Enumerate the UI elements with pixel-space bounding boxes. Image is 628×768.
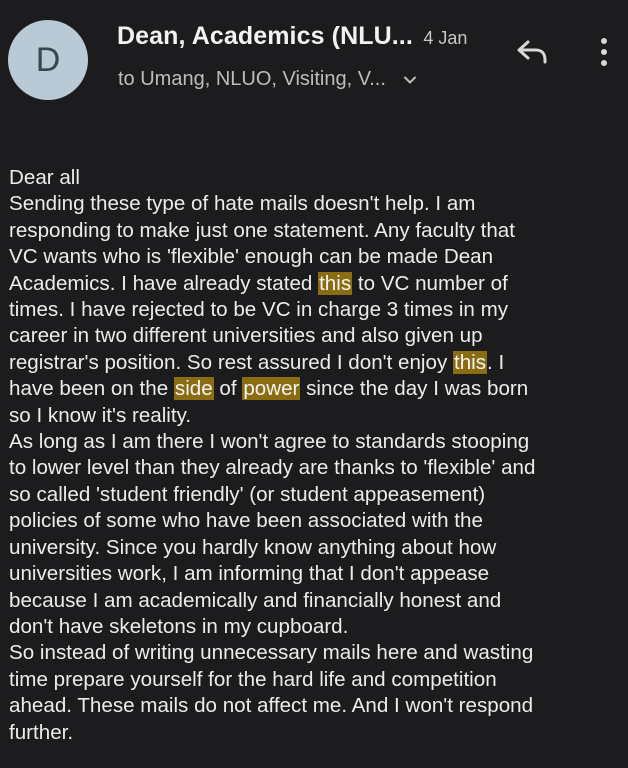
body-text-segment: So instead of writing unnecessary mails … — [9, 641, 534, 665]
body-line: registrar's position. So rest assured I … — [9, 350, 621, 376]
body-line: time prepare yourself for the hard life … — [9, 667, 621, 693]
body-line: because I am academically and financiall… — [9, 588, 621, 614]
sender-name[interactable]: Dean, Academics (NLU... — [117, 22, 413, 50]
body-line: responding to make just one statement. A… — [9, 218, 621, 244]
body-text-segment: don't have skeletons in my cupboard. — [9, 614, 349, 638]
body-text-segment: times. I have rejected to be VC in charg… — [9, 298, 509, 322]
body-text-segment: university. Since you hardly know anythi… — [9, 535, 497, 559]
email-date: 4 Jan — [423, 28, 468, 48]
body-text-segment: to VC number of — [352, 271, 508, 295]
body-text-segment: have been on the — [9, 377, 174, 401]
body-line: Sending these type of hate mails doesn't… — [9, 191, 621, 217]
sender-line: Dean, Academics (NLU... 4 Jan — [117, 22, 467, 51]
reply-icon[interactable] — [514, 36, 550, 68]
body-text-segment: Dear all — [9, 166, 80, 189]
body-line: career in two different universities and… — [9, 323, 621, 349]
body-text-segment: of — [213, 377, 243, 401]
body-line: so I know it's reality. — [9, 403, 621, 429]
body-line: have been on the side of power since the… — [9, 376, 621, 402]
body-text-segment: As long as I am there I won't agree to s… — [9, 430, 530, 454]
email-header: D Dean, Academics (NLU... 4 Jan to Umang… — [0, 0, 628, 120]
chevron-down-icon[interactable] — [402, 72, 418, 88]
body-line: VC wants who is 'flexible' enough can be… — [9, 244, 621, 270]
body-line: university. Since you hardly know anythi… — [9, 535, 621, 561]
body-text-segment: since the day I was born — [300, 377, 529, 401]
body-text-segment: so I know it's reality. — [9, 403, 192, 427]
body-line: universities work, I am informing that I… — [9, 561, 621, 587]
highlighted-word: this — [452, 350, 488, 374]
body-line: ahead. These mails do not affect me. And… — [9, 693, 621, 719]
body-line: further. — [9, 720, 621, 746]
body-line: times. I have rejected to be VC in charg… — [9, 297, 621, 323]
recipients-toggle[interactable]: to Umang, NLUO, Visiting, V... — [118, 68, 418, 91]
body-text-segment: policies of some who have been associate… — [9, 509, 483, 533]
more-vert-icon[interactable] — [594, 34, 614, 70]
body-text-segment: to lower level than they already are tha… — [9, 456, 536, 480]
body-line: As long as I am there I won't agree to s… — [9, 429, 621, 455]
avatar-letter: D — [35, 40, 61, 79]
body-line: to lower level than they already are tha… — [9, 455, 621, 481]
body-text-segment: . I — [487, 350, 505, 374]
body-text-segment: ahead. These mails do not affect me. And… — [9, 694, 534, 718]
email-body: Dear all Sending these type of hate mails… — [9, 165, 621, 746]
body-line: so called 'student friendly' (or student… — [9, 482, 621, 508]
body-line: So instead of writing unnecessary mails … — [9, 640, 621, 666]
body-text-segment: registrar's position. So rest assured I … — [9, 350, 453, 374]
highlighted-word: power — [242, 377, 301, 401]
body-text-segment: so called 'student friendly' (or student… — [9, 482, 486, 506]
body-text-segment: Sending these type of hate mails doesn't… — [9, 192, 476, 216]
body-line: Academics. I have already stated this to… — [9, 271, 621, 297]
recipients-text: to Umang, NLUO, Visiting, V... — [118, 68, 386, 90]
body-line: Dear all — [9, 165, 621, 191]
avatar[interactable]: D — [8, 20, 88, 100]
body-text-segment: further. — [9, 720, 74, 744]
body-line: policies of some who have been associate… — [9, 508, 621, 534]
highlighted-word: side — [173, 377, 214, 401]
body-text-segment: time prepare yourself for the hard life … — [9, 667, 497, 691]
body-line: don't have skeletons in my cupboard. — [9, 614, 621, 640]
body-text-segment: universities work, I am informing that I… — [9, 562, 490, 586]
body-text-segment: career in two different universities and… — [9, 324, 483, 348]
body-text-segment: responding to make just one statement. A… — [9, 218, 515, 242]
highlighted-word: this — [318, 271, 353, 295]
body-text-segment: VC wants who is 'flexible' enough can be… — [9, 245, 494, 269]
body-text-segment: Academics. I have already stated — [9, 271, 319, 295]
body-text-segment: because I am academically and financiall… — [9, 588, 502, 612]
